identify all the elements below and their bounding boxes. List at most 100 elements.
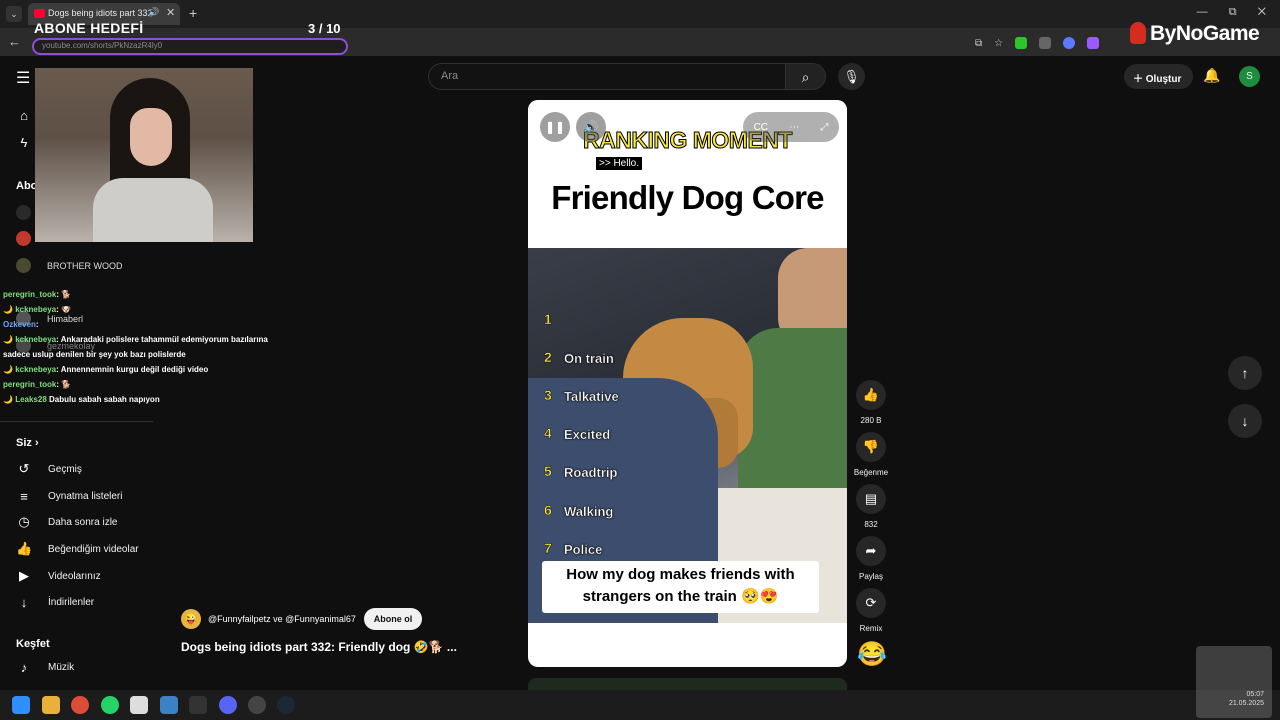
steam-icon[interactable] — [277, 696, 295, 714]
sidebar-channel[interactable] — [16, 231, 31, 246]
you-heading[interactable]: Siz › — [16, 437, 39, 449]
sponsor-logo-icon — [1130, 22, 1146, 44]
sidebar-channel[interactable]: BROTHER WOOD — [16, 258, 123, 273]
chat-message: 🌙 Leaks28 Dabulu sabah sabah napıyon — [3, 395, 160, 404]
create-button[interactable]: ＋ Oluştur — [1124, 64, 1193, 89]
like-count: 280 B — [860, 416, 882, 425]
clock-date: 21.05.2025 — [1228, 700, 1264, 707]
notifications-bell-icon[interactable]: 🔔 — [1203, 67, 1220, 84]
hamburger-menu-icon[interactable]: ☰ — [16, 68, 30, 88]
browser-tabstrip: ⌄ Dogs being idiots part 332: Friendly d… — [0, 0, 1280, 28]
extension-icon[interactable] — [1087, 37, 1100, 49]
your-videos-icon: ▶ — [19, 568, 29, 583]
like-icon[interactable]: 👍 — [856, 380, 886, 410]
home-icon[interactable]: ⌂ — [16, 108, 32, 123]
pause-icon[interactable]: ❚❚ — [540, 112, 570, 142]
app-icon[interactable] — [130, 696, 148, 714]
sidebar-item-label: Daha sonra izle — [48, 516, 118, 528]
address-bar[interactable]: youtube.com/shorts/PkNzazR4ly0 — [32, 38, 348, 55]
stream-chat: peregrin_took: 🐕 🌙 kcknebeya: 🐶 Ozkeven:… — [3, 287, 283, 407]
sidebar-item-label: Beğendiğim videolar — [48, 543, 139, 555]
chat-message: peregrin_took: 🐕 — [3, 377, 283, 392]
sidebar-channel[interactable] — [16, 205, 31, 220]
extension-icon[interactable] — [1063, 37, 1076, 49]
extension-icons: ⧉ ☆ — [975, 34, 1100, 52]
extension-icon[interactable] — [1015, 37, 1028, 49]
search-placeholder: Ara — [441, 70, 459, 82]
shorts-icon[interactable]: ϟ — [16, 135, 32, 150]
next-short-preview[interactable] — [528, 678, 847, 690]
channel-avatar — [16, 231, 31, 246]
rank-number: 1 — [544, 311, 552, 327]
tab-audio-icon[interactable]: 🔊 — [148, 7, 159, 18]
install-app-icon[interactable]: ⧉ — [975, 38, 982, 49]
more-options-icon[interactable]: ⋯ — [789, 122, 799, 133]
sidebar-item-watch-later[interactable]: ◷ Daha sonra izle — [16, 512, 117, 532]
taskbar-clock[interactable]: 05:07 21.05.2025 — [1196, 646, 1272, 718]
next-short-arrow-icon[interactable]: ↓ — [1228, 404, 1262, 438]
sidebar-item-history[interactable]: ↺ Geçmiş — [16, 459, 82, 479]
you-heading-label: Siz — [16, 437, 32, 449]
whatsapp-icon[interactable] — [101, 696, 119, 714]
playlists-icon: ≡ — [20, 488, 28, 504]
chat-text: : 🐶 — [56, 305, 71, 314]
caption-line: strangers on the train 🥺😍 — [582, 588, 779, 605]
sound-thumbnail-icon[interactable]: 😂 — [857, 640, 887, 669]
photos-icon[interactable] — [160, 696, 178, 714]
channel-avatar[interactable]: 😜 — [181, 609, 201, 629]
short-title[interactable]: Dogs being idiots part 332: Friendly dog… — [181, 640, 457, 654]
channel-name: BROTHER WOOD — [47, 260, 123, 271]
chat-username: peregrin_took — [3, 380, 57, 389]
search-input[interactable]: Ara — [428, 63, 786, 90]
channel-names[interactable]: @Funnyfailpetz ve @Funnyanimal67 — [208, 614, 356, 624]
extension-icon[interactable] — [1039, 37, 1052, 49]
app-icon[interactable] — [248, 696, 266, 714]
chat-username: kcknebeya — [15, 305, 57, 314]
bookmark-star-icon[interactable]: ☆ — [994, 38, 1003, 49]
shorts-player[interactable]: RANKING MOMENT >> Hello. Friendly Dog Co… — [528, 100, 847, 667]
volume-icon[interactable]: 🔊 — [576, 112, 606, 142]
new-tab-button[interactable]: + — [189, 5, 197, 21]
player-controls: ❚❚ 🔊 CC ⋯ ⤢ — [528, 110, 847, 144]
window-controls[interactable]: — ⧉ ✕ — [1197, 6, 1266, 19]
file-explorer-icon[interactable] — [42, 696, 60, 714]
dislike-icon[interactable]: 👎 — [856, 432, 886, 462]
subscriber-goal-label: ABONE HEDEFİ — [34, 20, 144, 36]
chat-message: sadece uslup denilen bir şey yok bazı po… — [3, 347, 283, 362]
clock-time: 05:07 — [1246, 691, 1264, 698]
account-avatar[interactable]: S — [1239, 66, 1260, 87]
sidebar-item-music[interactable]: ♪ Müzik — [16, 657, 74, 677]
dislike-label: Beğenme — [853, 468, 889, 477]
sidebar-item-playlists[interactable]: ≡ Oynatma listeleri — [16, 486, 122, 506]
remix-icon[interactable]: ⟳ — [856, 588, 886, 618]
microphone-icon[interactable]: 🎙 — [838, 63, 865, 90]
subscribe-button[interactable]: Abone ol — [364, 608, 422, 630]
tab-search-button[interactable]: ⌄ — [6, 6, 22, 22]
music-icon: ♪ — [20, 659, 28, 675]
video-caption-text: How my dog makes friends with strangers … — [542, 564, 819, 608]
create-label: Oluştur — [1145, 74, 1182, 85]
windows-start-icon[interactable] — [12, 696, 30, 714]
fullscreen-icon[interactable]: ⤢ — [820, 122, 828, 133]
rank-label: Talkative — [564, 389, 619, 404]
video-frame: 1 2 On train 3 Talkative 4 Excited 5 Roa… — [528, 248, 847, 623]
sidebar-item-label: Oynatma listeleri — [48, 490, 123, 502]
discord-icon[interactable] — [219, 696, 237, 714]
chrome-icon[interactable] — [71, 696, 89, 714]
sidebar-item-your-videos[interactable]: ▶ Videolarınız — [16, 566, 101, 586]
sidebar-item-label: Müzik — [48, 661, 75, 673]
comment-icon[interactable]: ▤ — [856, 484, 886, 514]
back-arrow-icon[interactable]: ← — [8, 34, 21, 49]
captions-icon[interactable]: CC — [754, 122, 768, 133]
sidebar-item-liked[interactable]: 👍 Beğendiğim videolar — [16, 539, 139, 559]
streamer-webcam — [35, 68, 253, 242]
epic-games-icon[interactable] — [189, 696, 207, 714]
share-label: Paylaş — [858, 572, 883, 581]
player-control-group: CC ⋯ ⤢ — [743, 112, 839, 142]
tab-close-icon[interactable]: ✕ — [166, 6, 175, 19]
rank-number: 5 — [544, 463, 552, 479]
sidebar-item-downloads[interactable]: ↓ İndirilenler — [16, 592, 94, 612]
share-icon[interactable]: ➦ — [856, 536, 886, 566]
previous-short-arrow-icon[interactable]: ↑ — [1228, 356, 1262, 390]
search-icon[interactable]: ⌕ — [786, 63, 826, 90]
